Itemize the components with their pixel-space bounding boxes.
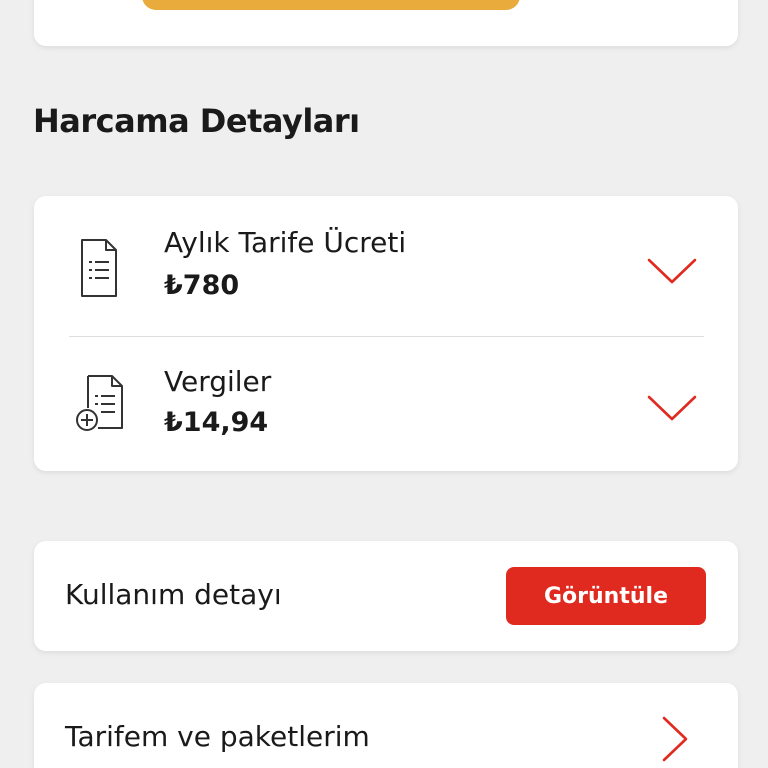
tariff-packages-card[interactable]: Tarifem ve paketlerim xyxy=(34,683,738,768)
detail-label: Vergiler xyxy=(164,365,272,398)
chevron-down-icon[interactable] xyxy=(646,256,698,286)
spending-details-card: Aylık Tarife Ücreti ₺780 Vergiler ₺14,94 xyxy=(34,196,738,471)
chevron-right-icon[interactable] xyxy=(660,715,690,763)
action-pill[interactable] xyxy=(142,0,520,10)
page: Harcama Detayları Aylık Tarife Ücreti ₺7… xyxy=(0,0,768,768)
detail-row-monthly-fee[interactable]: Aylık Tarife Ücreti ₺780 xyxy=(34,196,738,334)
usage-detail-label: Kullanım detayı xyxy=(65,578,282,611)
document-tax-icon xyxy=(76,375,123,431)
detail-amount: ₺780 xyxy=(164,270,240,301)
tariff-packages-label: Tarifem ve paketlerim xyxy=(65,720,370,753)
view-button[interactable]: Görüntüle xyxy=(506,567,706,625)
usage-detail-card: Kullanım detayı Görüntüle xyxy=(34,541,738,651)
detail-label: Aylık Tarife Ücreti xyxy=(164,226,407,259)
detail-amount: ₺14,94 xyxy=(164,407,269,438)
detail-row-taxes[interactable]: Vergiler ₺14,94 xyxy=(34,335,738,473)
previous-card xyxy=(34,0,738,46)
section-title: Harcama Detayları xyxy=(33,102,360,140)
chevron-down-icon[interactable] xyxy=(646,393,698,423)
document-list-icon xyxy=(81,239,117,297)
